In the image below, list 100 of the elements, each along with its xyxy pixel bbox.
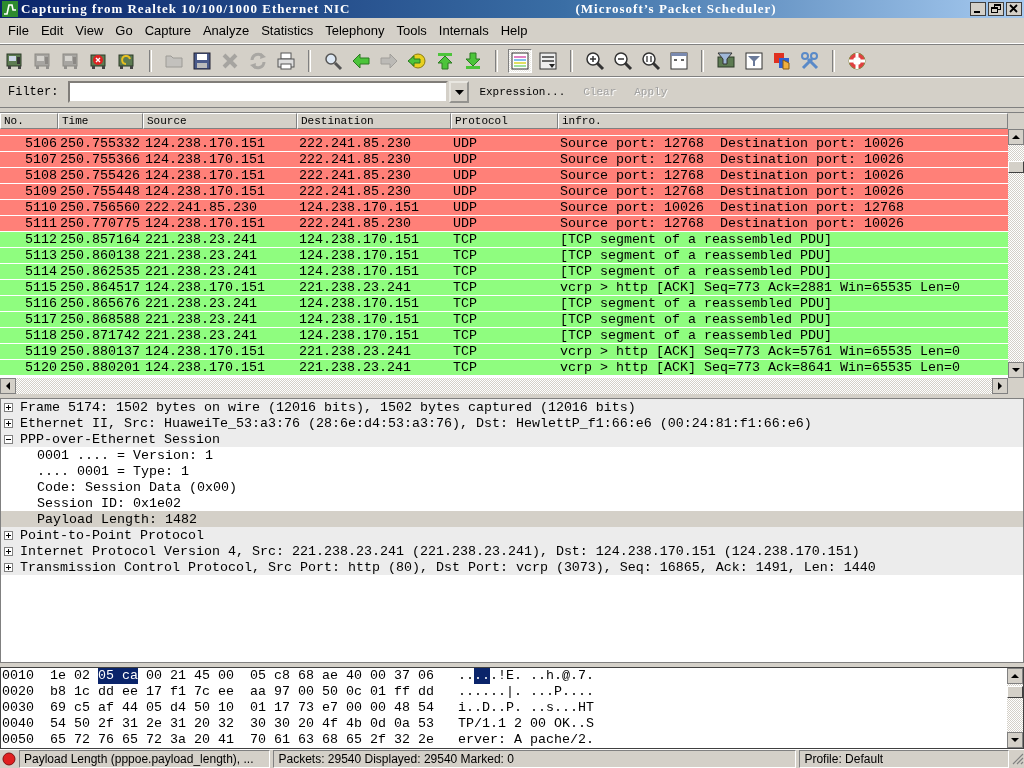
scroll-left-button[interactable] <box>0 378 16 395</box>
filter-label: Filter: <box>8 85 59 100</box>
ascii-text[interactable]: erver: A pache/2. <box>458 732 594 748</box>
menu-item[interactable]: Help <box>494 22 534 38</box>
table-cell-text: TCP <box>452 247 478 263</box>
table-cell-text: 221.238.23.241 <box>144 247 258 263</box>
hex-bytes[interactable]: 05 ca <box>98 668 138 684</box>
table-cell-text: TCP <box>452 231 478 247</box>
table-cell-text: 124.238.170.151 <box>144 359 266 375</box>
table-cell-text: 221.238.23.241 <box>298 343 412 359</box>
ascii-text[interactable]: .. <box>458 668 474 684</box>
column-header[interactable]: infro. <box>558 112 1008 129</box>
hex-bytes[interactable]: 1e 02 <box>50 668 98 684</box>
minimize-button[interactable] <box>970 1 986 16</box>
table-cell-text: 250.770775 <box>59 215 141 231</box>
table-cell-text: 221.238.23.241 <box>144 311 258 327</box>
scroll-up-button[interactable] <box>1008 128 1024 145</box>
column-header[interactable]: Destination <box>297 112 451 129</box>
table-cell-text: 250.755366 <box>59 151 141 167</box>
menu-item[interactable]: Telephony <box>319 22 391 38</box>
filter-field[interactable] <box>68 81 449 104</box>
scroll-down-button[interactable] <box>1007 732 1023 748</box>
table-cell-text: UDP <box>452 183 478 199</box>
menu-item[interactable]: Tools <box>390 22 433 38</box>
hex-bytes[interactable]: 65 72 76 65 72 3a 20 41 70 61 63 68 65 2f 32 2e <box>50 732 434 748</box>
tree-item[interactable]: Session ID: 0x1e02 <box>37 495 181 511</box>
window-title: Capturing from Realtek 10/100/1000 Ethernet NIC <box>21 0 351 17</box>
expand-icon[interactable] <box>4 402 13 412</box>
table-cell-text: [TCP segment of a reassembled PDU] <box>559 295 833 311</box>
tree-item[interactable]: PPP-over-Ethernet Session <box>20 431 220 447</box>
table-cell-text: 250.864517 <box>59 279 141 295</box>
menu-item[interactable]: Statistics <box>255 22 320 38</box>
hex-bytes[interactable]: 54 50 2f 31 2e 31 20 32 30 30 20 4f 4b 0d 0a 53 <box>50 716 434 732</box>
menu-item[interactable]: File <box>2 22 35 38</box>
tree-item[interactable]: Code: Session Data (0x00) <box>37 479 237 495</box>
table-cell-text: 124.238.170.151 <box>298 247 420 263</box>
ascii-text[interactable]: .!E. ..h.@.7. <box>490 668 594 684</box>
table-cell-text: 124.238.170.151 <box>144 279 266 295</box>
scroll-up-button[interactable] <box>1007 668 1023 684</box>
scrollbar-thumb[interactable] <box>1007 686 1023 698</box>
byte-offset: 0010 <box>1 668 35 684</box>
menu-item[interactable]: Go <box>109 22 139 38</box>
table-cell-text: 221.238.23.241 <box>144 327 258 343</box>
table-cell-text: 124.238.170.151 <box>144 151 266 167</box>
ascii-text[interactable]: i..D..P. ..s...HT <box>458 700 594 716</box>
ascii-text[interactable]: ......|. ...P.... <box>458 684 594 700</box>
column-header[interactable]: Protocol <box>451 112 558 129</box>
table-cell-text: 222.241.85.230 <box>298 135 412 151</box>
column-header[interactable]: Time <box>58 112 143 129</box>
dropdown-button[interactable] <box>449 81 470 104</box>
scroll-down-button[interactable] <box>1008 362 1024 379</box>
expand-icon[interactable] <box>4 418 13 428</box>
byte-offset: 0030 <box>1 700 35 716</box>
tree-item[interactable]: .... 0001 = Type: 1 <box>37 463 189 479</box>
ascii-text[interactable]: TP/1.1 2 00 OK..S <box>458 716 594 732</box>
restore-button[interactable] <box>988 1 1004 16</box>
table-cell-text: 250.755332 <box>59 135 141 151</box>
scroll-right-button[interactable] <box>992 378 1008 395</box>
table-cell-text: [TCP segment of a reassembled PDU] <box>559 327 833 343</box>
expand-icon[interactable] <box>4 546 13 556</box>
menu-item[interactable]: View <box>69 22 110 38</box>
menu-item[interactable]: Analyze <box>196 22 256 38</box>
table-cell-text: 222.241.85.230 <box>144 199 258 215</box>
status-text: Payload Length (pppoe.payload_length), ... <box>18 750 271 768</box>
tree-item[interactable]: Point-to-Point Protocol <box>20 527 204 543</box>
table-cell-text: 5116 <box>24 295 58 311</box>
table-cell-text: 222.241.85.230 <box>298 183 412 199</box>
table-cell-text: 124.238.170.151 <box>144 167 266 183</box>
table-cell-text: 124.238.170.151 <box>298 231 420 247</box>
close-button[interactable] <box>1006 1 1022 16</box>
table-cell-text: 221.238.23.241 <box>144 295 258 311</box>
expand-icon[interactable] <box>4 562 13 572</box>
table-cell-text: 221.238.23.241 <box>298 359 412 375</box>
table-cell-text: 250.756560 <box>59 199 141 215</box>
window-title: (Microsoft’s Packet Scheduler) <box>575 0 777 17</box>
menu-item[interactable]: Edit <box>34 22 70 38</box>
expand-icon[interactable] <box>4 530 13 540</box>
table-cell-text: 124.238.170.151 <box>144 343 266 359</box>
filter-button[interactable]: Expression... <box>471 86 574 99</box>
ascii-text[interactable]: .. <box>474 668 490 684</box>
zoom-reset-icon <box>641 50 661 71</box>
table-cell-text: UDP <box>452 135 478 151</box>
column-header[interactable]: No. <box>0 112 58 129</box>
table-cell-text: Source port: 12768 Destination port: 10026 <box>559 151 905 167</box>
status-text: Packets: 29540 Displayed: 29540 Marked: 0 <box>273 750 797 768</box>
tree-item[interactable]: 0001 .... = Version: 1 <box>37 447 213 463</box>
tree-item[interactable]: Payload Length: 1482 <box>37 511 197 527</box>
menu-item[interactable]: Capture <box>138 22 197 38</box>
column-header[interactable]: Source <box>143 112 297 129</box>
menu-item[interactable]: Internals <box>432 22 495 38</box>
table-cell-text: 250.755426 <box>59 167 141 183</box>
hex-bytes[interactable]: b8 1c dd ee 17 f1 7c ee aa 97 00 50 0c 01 ff dd <box>50 684 434 700</box>
table-cell-text: 250.868588 <box>59 311 141 327</box>
table-cell-text: 5115 <box>24 279 58 295</box>
table-cell-text: 250.880137 <box>59 343 141 359</box>
hex-bytes[interactable]: 69 c5 af 44 05 d4 50 10 01 17 73 e7 00 00 48 54 <box>50 700 434 716</box>
scrollbar-thumb[interactable] <box>1008 160 1024 173</box>
colored-list-icon <box>510 50 530 71</box>
collapse-icon[interactable] <box>4 434 13 444</box>
hex-bytes[interactable]: 00 21 45 00 05 c8 68 ae 40 00 37 06 <box>138 668 434 684</box>
